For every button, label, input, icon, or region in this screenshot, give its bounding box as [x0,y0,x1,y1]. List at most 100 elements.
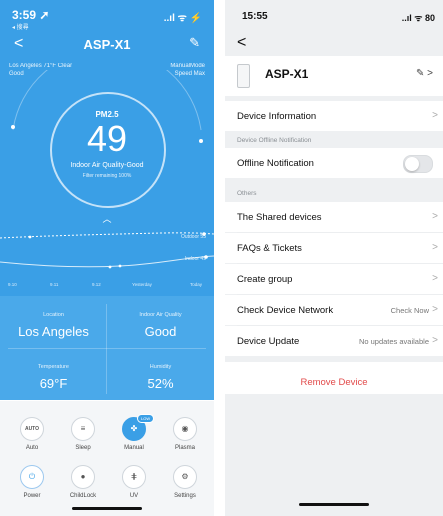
header: < ASP-X1 ✎ [0,35,214,55]
chevron-right-icon: > [432,273,438,284]
childlock-button[interactable]: ● ChildLock [62,465,104,499]
row-label: Device Update [237,336,300,347]
filter-remaining: Filter remaining 100% [82,173,132,179]
section-header: Device Offline Notification [237,137,312,144]
weather-line: Los Angeles 71°F Clear [9,63,73,69]
sleep-label: Sleep [75,445,91,451]
legend-indoor: Indoor 49 [184,256,206,262]
aq-caption: Indoor Air Quality [139,312,182,318]
row-label: Offline Notification [237,158,314,169]
aq-cell: Indoor Air Quality Good [107,296,214,348]
system-icons: ..ıl ᯤ 80 [401,13,435,23]
temperature-caption: Temperature [38,364,69,370]
status-bar: 3:59 ➚ ◂ 搜尋 [12,8,50,31]
aq-value: Good [144,324,177,339]
pencil-icon[interactable]: ✎ [189,35,200,51]
offline-notification-toggle[interactable] [403,155,433,173]
row-label: Check Device Network [237,305,334,316]
uv-button[interactable]: ⋕ UV [113,465,155,499]
stats-grid: Location Los Angeles Indoor Air Quality … [0,296,214,400]
settings-label: Settings [174,493,196,499]
device-update-row[interactable]: Device Update No updates available > [225,326,443,356]
status-carrier: ◂ 搜尋 [12,25,29,31]
lock-icon: ● [71,465,95,489]
left-phone-screen: 3:59 ➚ ◂ 搜尋 ..ıl ᯤ ⚡ < ASP-X1 ✎ Los Ange… [0,0,214,516]
power-icon: ⏻ [20,465,44,489]
location-caption: Location [43,312,64,318]
faqs-row[interactable]: FAQs & Tickets > [225,233,443,263]
settings-button[interactable]: ⚙ Settings [164,465,206,499]
row-label: Device Information [237,111,317,122]
remove-device-label: Remove Device [300,377,368,388]
create-group-row[interactable]: Create group > [225,264,443,294]
mode-line: ManualMode [170,63,205,69]
gear-icon: ⚙ [173,465,197,489]
toggle-knob [405,157,419,171]
speed-badge: LOW [137,414,155,423]
plasma-icon: ◉ [173,417,197,441]
chart-x-axis: 9.10 9.11 9.12 Yesterday Today [0,282,214,292]
device-information-row[interactable]: Device Information > [225,101,443,131]
shared-devices-row[interactable]: The Shared devices > [225,202,443,232]
row-label: Create group [237,274,293,285]
x-tick: 9.11 [50,282,59,287]
x-tick: 9.10 [8,282,17,287]
legend-outdoor: Outdoor 55 [180,234,206,240]
location-value: Los Angeles [18,324,89,339]
pencil-icon[interactable]: ✎ > [416,68,433,79]
humidity-caption: Humidity [149,364,172,370]
chevron-right-icon: > [432,304,438,315]
uv-label: UV [129,493,139,499]
offline-notification-row: Offline Notification [225,148,443,178]
manual-button[interactable]: ✤ LOW Manual [113,414,155,451]
air-quality-label: Indoor Air Quality-Good [70,162,144,169]
section-header: Others [237,190,257,197]
row-label: FAQs & Tickets [237,243,302,254]
auto-button[interactable]: AUTO Auto [11,417,53,451]
pm25-value: 49 [86,118,128,159]
temperature-cell: Temperature 69°F [0,348,107,400]
temperature-value: 69°F [39,376,68,391]
control-panel: AUTO Auto ≡ Sleep ✤ LOW Manual ◉ Plasma … [0,401,214,516]
outdoor-point [28,235,32,239]
auto-icon: AUTO [20,417,44,441]
check-network-row[interactable]: Check Device Network Check Now > [225,295,443,325]
chevron-right-icon: > [432,335,438,346]
location-cell: Location Los Angeles [0,296,107,348]
x-tick: Yesterday [132,282,152,287]
right-phone-screen: 15:55 ..ıl ᯤ 80 < ASP-X1 ✎ > Device Info… [225,0,443,516]
row-label: The Shared devices [237,212,322,223]
device-row[interactable]: ASP-X1 ✎ > [225,56,443,96]
check-now-link[interactable]: Check Now [391,306,429,315]
remove-device-button[interactable]: Remove Device [225,362,443,394]
chevron-left-icon[interactable]: < [237,34,246,52]
home-indicator[interactable] [72,507,142,510]
indoor-point [118,264,122,268]
power-label: Power [23,493,41,499]
plasma-label: Plasma [174,445,195,451]
humidity-cell: Humidity 52% [107,348,214,400]
purifier-icon [237,64,250,88]
sleep-button[interactable]: ≡ Sleep [62,417,104,451]
indoor-point [108,265,112,269]
update-status: No updates available [358,337,429,346]
humidity-value: 52% [147,376,174,391]
power-button[interactable]: ⏻ Power [11,465,53,499]
uv-icon: ⋕ [122,465,146,489]
chevron-right-icon: > [432,242,438,253]
childlock-label: ChildLock [69,493,97,499]
chevron-right-icon: > [432,211,438,222]
auto-label: Auto [25,445,39,451]
x-tick: 9.12 [92,282,101,287]
status-time: 3:59 [12,8,37,22]
device-title: ASP-X1 [83,37,131,52]
home-indicator[interactable] [299,503,369,506]
x-tick: Today [190,282,203,287]
pm-history-chart [0,232,214,269]
device-name: ASP-X1 [265,67,309,81]
indoor-line [0,255,214,268]
manual-label: Manual [124,445,144,451]
plasma-button[interactable]: ◉ Plasma [164,417,206,451]
chevron-right-icon: > [432,110,438,121]
system-icons: ..ıl ᯤ ⚡ [163,13,202,24]
